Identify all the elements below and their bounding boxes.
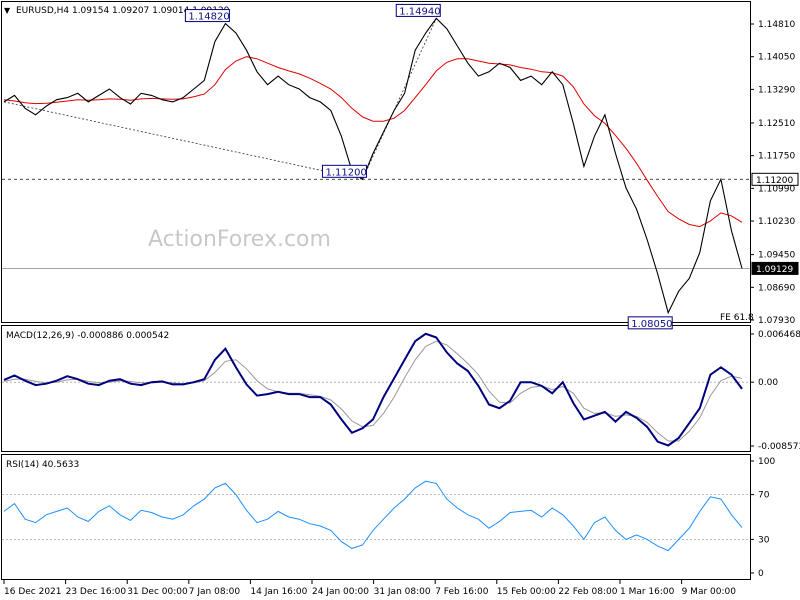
moving-average-line xyxy=(3,56,743,228)
price-ytick-label-0: 1.14810 xyxy=(758,20,795,30)
macd-layer xyxy=(2,332,750,447)
sort-triangle-icon: ▼ xyxy=(4,6,11,15)
price-ytick-label-8: 1.08690 xyxy=(758,283,795,293)
rsi-ytick-label-3: 0 xyxy=(758,569,764,579)
price-ytick-label-9: 1.07930 xyxy=(758,316,795,326)
trendline-1 xyxy=(362,18,437,180)
price-ytick-label-6: 1.10230 xyxy=(758,217,795,227)
price-ytick-label-2: 1.13290 xyxy=(758,85,795,95)
rsi-layer xyxy=(2,480,750,552)
xtick-label-3: 7 Jan 08:00 xyxy=(189,587,241,597)
macd-line xyxy=(3,332,743,447)
price-hline-tag-label-1: 1.09129 xyxy=(756,265,793,275)
price-ytick-label-3: 1.12510 xyxy=(758,119,795,129)
price-layer: 1.14820 1.11200 1.14940 1.08050 xyxy=(2,3,750,330)
rsi-line xyxy=(3,480,743,552)
watermark: ActionForex.com xyxy=(148,227,331,252)
macd-signal-line xyxy=(3,340,743,442)
rsi-ytick-label-2: 30 xyxy=(758,535,770,545)
axis-layer: 1.11200 1.09129 1.14810 1.14050 1.13290 1.125… xyxy=(3,20,800,597)
fe-label: FE 61.8 xyxy=(720,313,754,323)
trendline-0 xyxy=(3,101,363,180)
price-panel-frame xyxy=(1,1,751,323)
price-ytick-label-4: 1.11750 xyxy=(758,152,795,162)
chart-canvas: ActionForex.com ▼ EURUSD,H4 1.09154 1.09… xyxy=(1,1,800,597)
price-ytick-label-7: 1.09450 xyxy=(758,251,795,261)
macd-ytick-label-1: 0.00 xyxy=(758,378,778,388)
macd-panel-frame xyxy=(1,325,751,452)
rsi-panel-frame xyxy=(1,454,751,580)
xtick-label-4: 14 Jan 16:00 xyxy=(250,587,307,597)
xtick-label-6: 31 Jan 08:00 xyxy=(374,587,431,597)
xtick-label-9: 22 Feb 08:00 xyxy=(558,587,617,597)
xtick-label-5: 24 Jan 00:00 xyxy=(312,587,369,597)
xtick-label-0: 16 Dec 2021 xyxy=(4,587,62,597)
annotation-text-2: 1.14940 xyxy=(399,6,440,17)
xtick-label-8: 15 Feb 00:00 xyxy=(497,587,556,597)
xtick-label-7: 7 Feb 16:00 xyxy=(435,587,489,597)
xtick-label-10: 1 Mar 16:00 xyxy=(620,587,675,597)
price-ytick-label-1: 1.14050 xyxy=(758,53,795,63)
annotation-text-1: 1.11200 xyxy=(325,167,366,178)
annotation-text-3: 1.08050 xyxy=(631,319,672,330)
xtick-label-11: 9 Mar 00:00 xyxy=(682,587,737,597)
rsi-ytick-label-0: 100 xyxy=(758,457,775,467)
xtick-label-1: 23 Dec 16:00 xyxy=(66,587,127,597)
macd-ytick-label-0: 0.006468 xyxy=(758,330,800,340)
xtick-label-2: 31 Dec 00:00 xyxy=(127,587,188,597)
annotation-text-0: 1.14820 xyxy=(188,12,229,23)
price-ytick-label-5: 1.10990 xyxy=(758,184,795,194)
rsi-label: RSI(14) 40.5633 xyxy=(6,460,79,470)
rsi-ytick-label-1: 70 xyxy=(758,491,770,501)
macd-ytick-label-2: -0.008573 xyxy=(758,442,800,452)
macd-label: MACD(12,26,9) -0.000886 0.000542 xyxy=(6,331,169,341)
